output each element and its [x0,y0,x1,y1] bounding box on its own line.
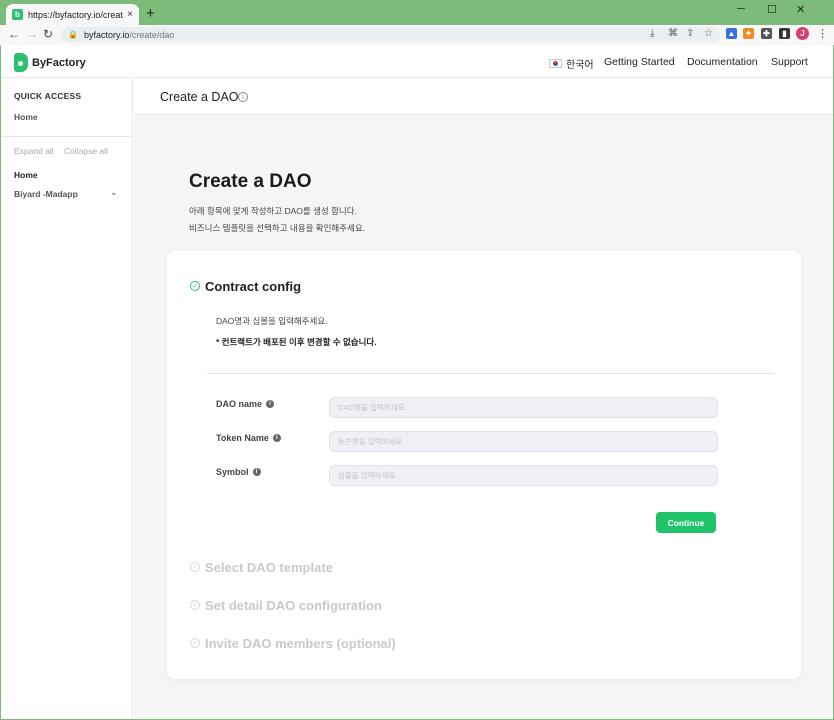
extension-blue-icon[interactable]: ▲ [726,28,737,39]
check-circle-icon: ✓ [190,638,200,648]
tab-close-icon[interactable]: × [127,9,133,20]
breadcrumb: Create a DAO i [134,79,833,115]
token-name-label: Token Name i [216,433,281,443]
byfactory-favicon-icon: b [12,9,23,20]
extensions-puzzle-icon[interactable]: ✚ [761,28,772,39]
reload-icon[interactable]: ↻ [43,27,53,41]
step-set-detail-dao-configuration[interactable]: Set detail DAO configuration [205,598,382,613]
browser-menu-icon[interactable]: ⋮ [817,27,828,40]
symbol-label: Symbol i [216,467,261,477]
language-label: 한국어 [566,60,594,71]
contract-config-warning: * 컨트랙트가 배포된 이후 변경할 수 없습니다. [216,337,377,347]
card-divider [207,373,774,374]
info-icon[interactable]: i [272,434,281,442]
continue-button[interactable]: Continue [656,512,716,533]
metamask-fox-icon[interactable]: ✦ [743,28,754,39]
info-icon[interactable]: i [238,92,248,102]
dao-name-label-text: DAO name [216,399,263,409]
byfactory-logo-icon [14,53,28,72]
sidebar-item-home[interactable]: Home [14,170,38,180]
share-icon[interactable]: ⇪ [686,28,694,40]
check-circle-icon: ✓ [190,281,200,291]
browser-titlebar: b https://byfactory.io/create/dao × + ─ … [0,0,834,25]
token-name-label-text: Token Name [216,433,269,443]
url-path: /create/dao [129,29,175,40]
create-dao-card: ✓ Contract config DAO명과 심볼을 입력해주세요. * 컨트… [167,251,801,679]
main-content: Create a DAO 아래 항목에 맞게 작성하고 DAO를 생성 합니다.… [134,115,833,719]
nav-documentation[interactable]: Documentation [687,56,758,68]
page-subtitle-line1: 아래 항목에 맞게 작성하고 DAO를 생성 합니다. [189,206,357,216]
byfactory-logo[interactable]: ByFactory [14,53,86,72]
page-title: Create a DAO [189,171,312,192]
expand-all-button[interactable]: Expand all [14,146,54,156]
page: ByFactory 한국어 Getting Started Documentat… [1,45,833,719]
translate-icon[interactable]: ⌘ [668,28,678,40]
language-selector[interactable]: 한국어 [549,56,594,71]
dao-name-label: DAO name i [216,399,275,409]
step-invite-dao-members[interactable]: Invite DAO members (optional) [205,636,396,651]
minimize-button[interactable]: ─ [737,3,745,15]
nav-getting-started[interactable]: Getting Started [604,56,675,68]
chevron-down-icon[interactable]: ⌄ [110,187,118,198]
forward-icon[interactable]: → [26,27,38,41]
token-name-input[interactable] [329,431,718,452]
address-bar[interactable]: 🔒 byfactory.io /create/dao [61,27,720,42]
maximize-button[interactable]: ☐ [767,3,777,16]
browser-tab[interactable]: b https://byfactory.io/create/dao × [6,4,139,25]
info-icon[interactable]: i [266,400,275,408]
url-host: byfactory.io [83,29,130,40]
page-subtitle-line2: 비즈니스 템플릿을 선택하고 내용을 확인해주세요. [189,223,366,233]
symbol-input[interactable] [329,465,718,486]
check-circle-icon: ✓ [190,600,200,610]
profile-avatar[interactable]: J [796,27,809,40]
nav-support[interactable]: Support [771,56,808,68]
collapse-all-button[interactable]: Collapse all [64,146,108,156]
sidebar-item-biyard-madapp[interactable]: Biyard -Madapp [14,189,78,199]
site-header: ByFactory 한국어 Getting Started Documentat… [1,45,833,78]
quick-access-heading: QUICK ACCESS [14,91,82,101]
install-icon[interactable]: ⤓ [650,28,654,40]
side-panel-icon[interactable]: ▮ [779,28,790,39]
new-tab-button[interactable]: + [146,6,155,21]
contract-config-description: DAO명과 심볼을 입력해주세요. [216,316,328,326]
check-circle-icon: ✓ [190,562,200,572]
dao-name-input[interactable] [329,397,718,418]
info-icon[interactable]: i [252,468,261,476]
lock-icon: 🔒 [68,30,78,39]
back-icon[interactable]: ← [8,27,20,41]
breadcrumb-title: Create a DAO [160,90,239,104]
window-close-button[interactable]: ✕ [796,3,805,16]
step-contract-config[interactable]: Contract config [205,279,301,294]
symbol-label-text: Symbol [216,467,249,477]
bookmark-star-icon[interactable]: ☆ [704,28,713,40]
logo-text: ByFactory [32,56,86,69]
sidebar-divider [1,136,133,137]
tab-title: https://byfactory.io/create/dao [28,9,123,20]
quick-access-home-link[interactable]: Home [14,112,38,122]
sidebar: QUICK ACCESS Home Expand all Collapse al… [1,79,133,719]
step-select-dao-template[interactable]: Select DAO template [205,560,333,575]
korea-flag-icon [549,59,562,68]
